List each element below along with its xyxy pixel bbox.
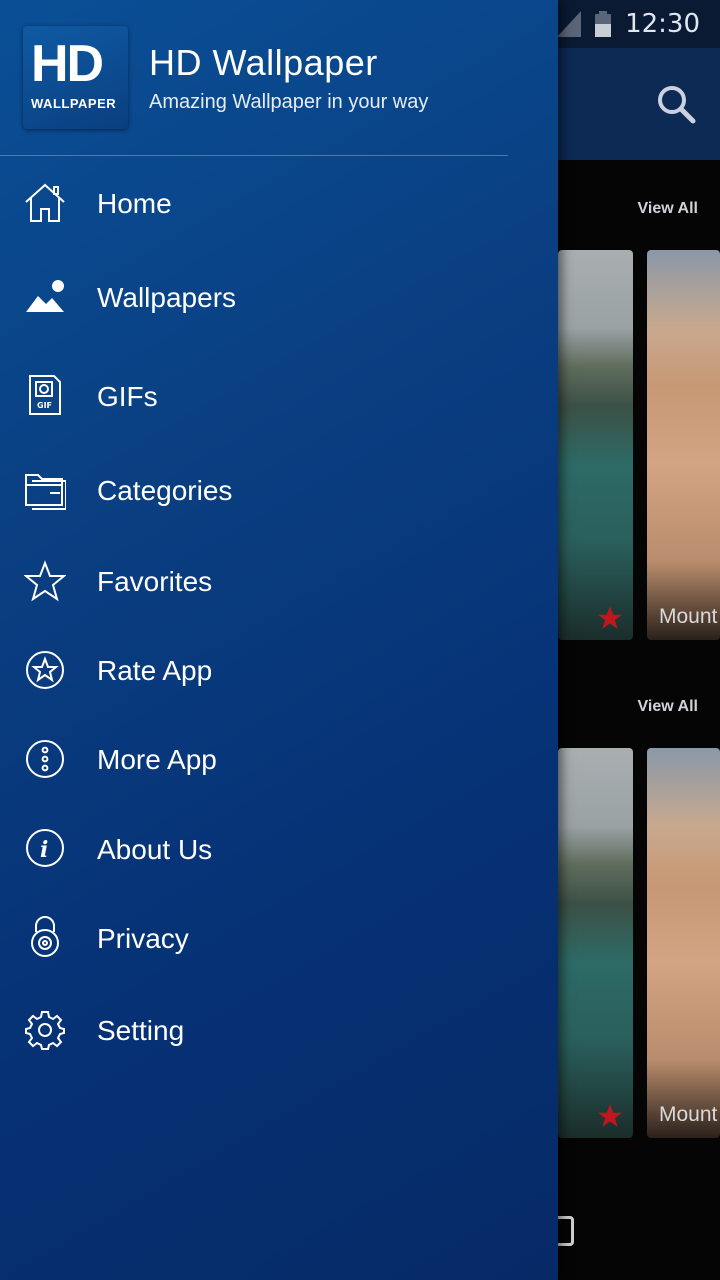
menu-item-gifs[interactable]: GIF GIFs	[0, 355, 558, 435]
card-caption: Mount	[659, 1103, 718, 1126]
drawer-header: HD WALLPAPER HD Wallpaper Amazing Wallpa…	[0, 0, 558, 156]
menu-item-rate-app[interactable]: Rate App	[0, 630, 558, 710]
menu-item-favorites[interactable]: Favorites	[0, 541, 558, 621]
divider	[0, 155, 508, 156]
favorite-star-icon[interactable]	[597, 1103, 623, 1129]
wallpaper-card[interactable]: Mount	[647, 748, 720, 1138]
menu-label: Rate App	[97, 655, 213, 686]
navigation-drawer: HD WALLPAPER HD Wallpaper Amazing Wallpa…	[0, 0, 558, 1280]
svg-text:GIF: GIF	[37, 401, 52, 410]
menu-item-more-app[interactable]: More App	[0, 719, 558, 799]
menu-label: About Us	[97, 834, 213, 865]
folder-icon	[24, 469, 66, 511]
menu-label: Categories	[97, 475, 233, 506]
card-caption: Mount	[659, 605, 718, 628]
app-logo: HD WALLPAPER	[23, 26, 128, 129]
menu-item-about-us[interactable]: i About Us	[0, 808, 558, 888]
menu-item-setting[interactable]: Setting	[0, 989, 558, 1069]
logo-text: HD	[31, 35, 104, 93]
gear-icon	[24, 1009, 66, 1051]
lock-icon	[24, 916, 66, 958]
app-tagline: Amazing Wallpaper in your way	[149, 91, 429, 113]
favorite-star-icon[interactable]	[597, 605, 623, 631]
battery-icon	[595, 11, 612, 37]
home-icon	[24, 182, 66, 224]
view-all-link[interactable]: View All	[638, 698, 698, 716]
info-icon: i	[24, 827, 66, 869]
wallpaper-card[interactable]	[558, 748, 633, 1138]
star-circle-icon	[24, 649, 66, 691]
menu-item-wallpapers[interactable]: Wallpapers	[0, 258, 558, 338]
wallpaper-card[interactable]	[558, 250, 633, 640]
menu-label: Setting	[97, 1015, 185, 1046]
logo-subtext: WALLPAPER	[31, 96, 117, 111]
search-icon[interactable]	[656, 84, 696, 124]
view-all-link[interactable]: View All	[638, 200, 698, 218]
svg-text:i: i	[40, 837, 48, 863]
star-icon	[24, 560, 66, 602]
wallpaper-card[interactable]: Mount	[647, 250, 720, 640]
menu-label: Favorites	[97, 566, 213, 597]
image-icon	[24, 276, 66, 318]
menu-item-home[interactable]: Home	[0, 163, 558, 243]
app-title: HD Wallpaper	[149, 42, 378, 83]
menu-label: Wallpapers	[97, 282, 237, 313]
menu-label: GIFs	[97, 381, 158, 412]
menu-label: Home	[97, 188, 172, 219]
menu-item-categories[interactable]: Categories	[0, 450, 558, 530]
menu-label: Privacy	[97, 923, 189, 954]
signal-icon	[557, 11, 582, 37]
status-time: 12:30	[625, 9, 700, 39]
menu-item-privacy[interactable]: Privacy	[0, 898, 558, 978]
gif-file-icon: GIF	[24, 374, 66, 416]
more-dots-icon	[24, 738, 66, 780]
menu-label: More App	[97, 744, 217, 775]
